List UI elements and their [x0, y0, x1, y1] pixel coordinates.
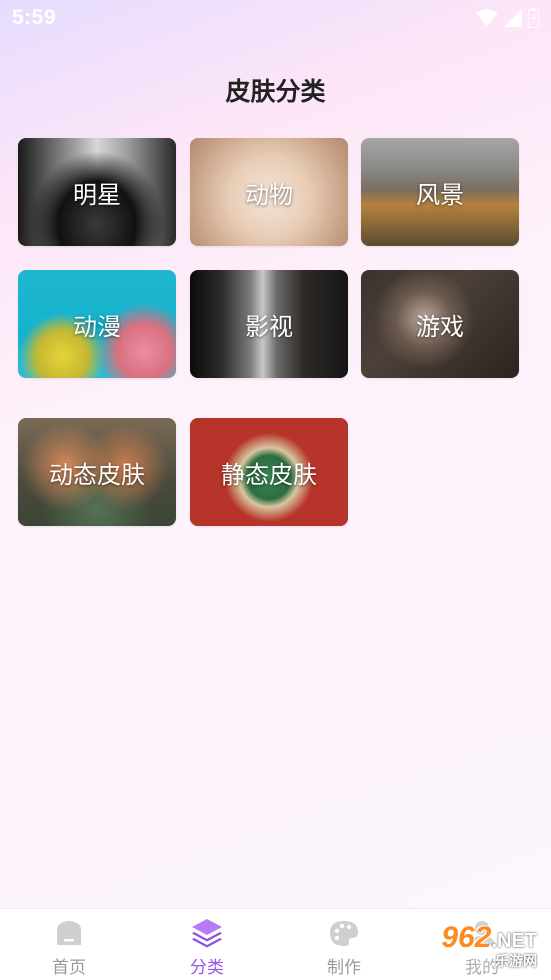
watermark-suffix: .NET	[491, 930, 537, 952]
category-tile-game[interactable]: 游戏	[361, 270, 519, 378]
status-bar: 5:59	[0, 0, 551, 40]
watermark-logo: 962.NET 乐游网	[413, 919, 545, 973]
page-title: 皮肤分类	[225, 78, 326, 106]
home-icon	[54, 917, 84, 949]
tile-label: 动态皮肤	[49, 461, 145, 489]
category-tile-anime[interactable]: 动漫	[18, 270, 176, 378]
tile-label: 静态皮肤	[221, 461, 317, 489]
signal-icon	[504, 9, 522, 27]
category-tile-star[interactable]: 明星	[18, 138, 176, 246]
tile-label: 明星	[73, 181, 121, 209]
tab-label: 分类	[190, 958, 224, 977]
tab-make[interactable]: 制作	[275, 909, 413, 980]
palette-icon	[328, 917, 360, 949]
category-tile-static-skin[interactable]: 静态皮肤	[190, 418, 348, 526]
category-tile-animal[interactable]: 动物	[190, 138, 348, 246]
tab-label: 首页	[52, 958, 86, 977]
tab-home[interactable]: 首页	[0, 909, 138, 980]
tab-label: 制作	[327, 958, 361, 977]
status-icons	[476, 8, 539, 28]
tab-category[interactable]: 分类	[138, 909, 276, 980]
category-tile-film[interactable]: 影视	[190, 270, 348, 378]
wifi-icon	[476, 9, 498, 26]
layers-icon	[190, 917, 224, 949]
tile-label: 动漫	[73, 313, 121, 341]
tile-label: 动物	[245, 181, 293, 209]
watermark-subtitle: 乐游网	[495, 953, 537, 969]
tile-label: 游戏	[416, 313, 464, 341]
category-tile-dynamic-skin[interactable]: 动态皮肤	[18, 418, 176, 526]
watermark-brand: 962.NET	[441, 921, 537, 955]
battery-icon	[528, 8, 539, 28]
tile-label: 影视	[245, 313, 293, 341]
watermark-number: 962	[441, 921, 492, 954]
status-time: 5:59	[12, 6, 57, 29]
category-tile-scenery[interactable]: 风景	[361, 138, 519, 246]
tile-label: 风景	[416, 181, 464, 209]
